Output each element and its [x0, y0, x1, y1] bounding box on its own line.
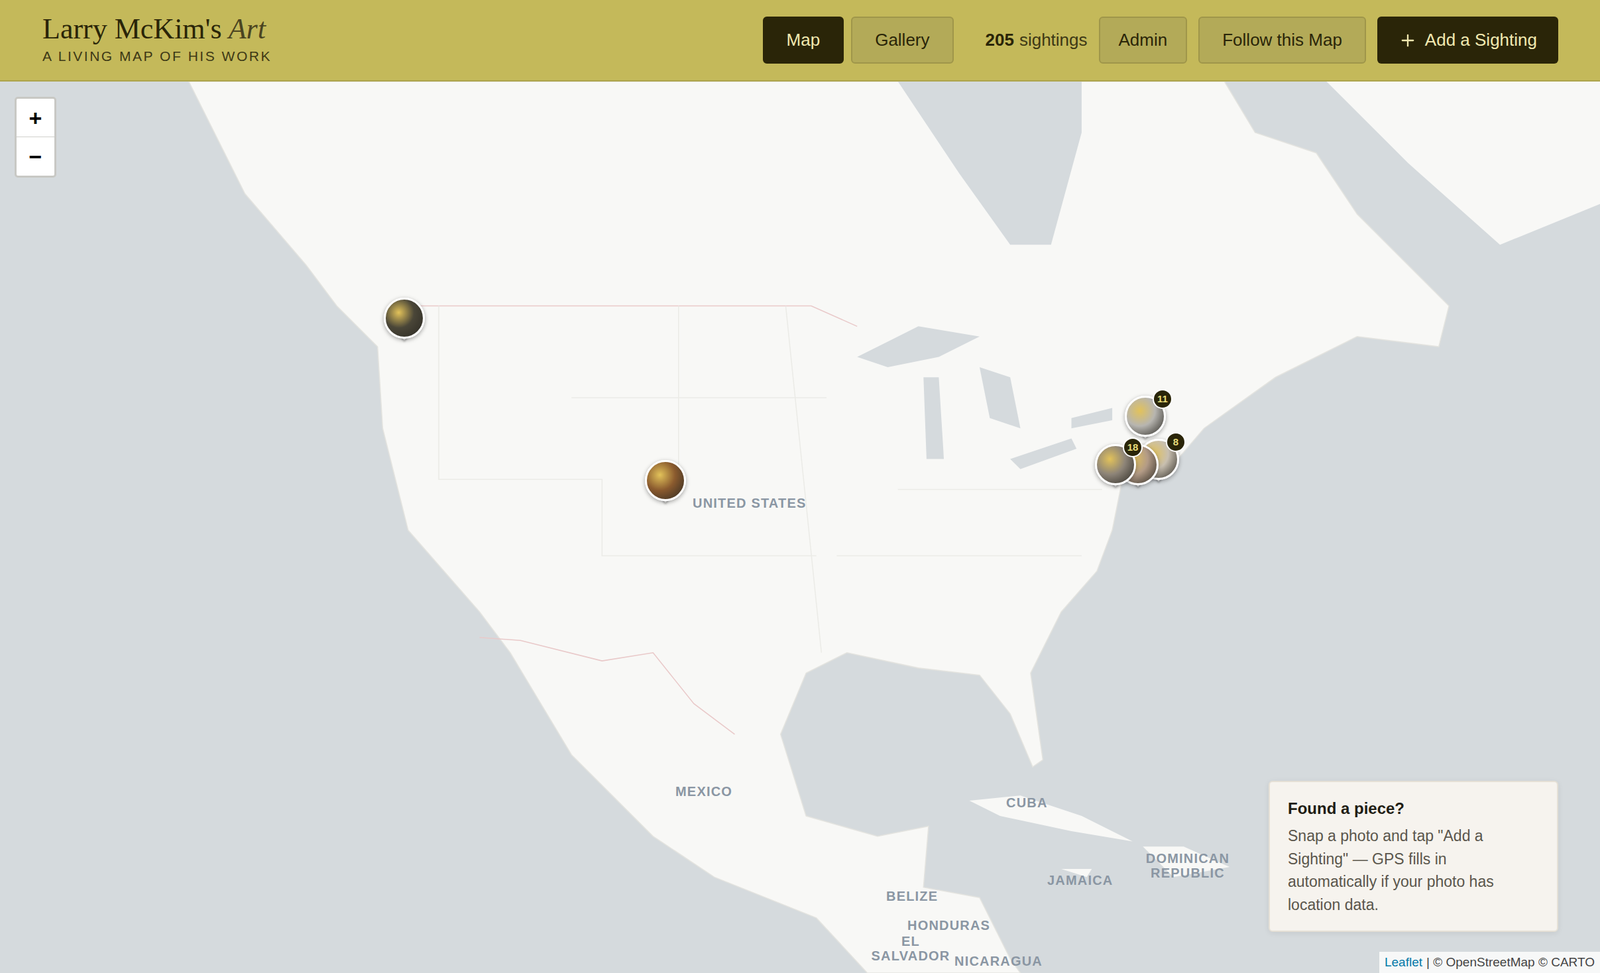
title-main: Larry McKim's — [42, 13, 223, 45]
hint-body: Snap a photo and tap "Add a Sighting" — … — [1287, 824, 1540, 916]
pin-photo — [383, 297, 425, 339]
sightings-count: 205sightings — [985, 27, 1088, 54]
title-accent: Art — [228, 13, 266, 45]
view-tabs: MapGallery — [762, 16, 954, 64]
plus-icon — [1398, 31, 1418, 50]
add-sighting-button[interactable]: Add a Sighting — [1377, 16, 1559, 64]
zoom-control: +− — [14, 96, 57, 178]
attribution: Leaflet| © OpenStreetMap © CARTO — [1379, 951, 1600, 973]
cluster-badge: 8 — [1165, 432, 1186, 453]
view-tab[interactable]: Map — [762, 16, 845, 64]
add-label: Add a Sighting — [1425, 27, 1538, 54]
map[interactable]: UNITED STATES MEXICO CUBA JAMAICADOMINICAN … — [0, 81, 1600, 973]
map-label: HONDURAS — [907, 917, 991, 933]
cluster-badge: 11 — [1152, 389, 1173, 409]
map-pin[interactable] — [644, 459, 686, 502]
count-label: sightings — [1019, 27, 1088, 54]
app: Larry McKim'sArtA LIVING MAP OF HIS WORK… — [0, 0, 1600, 973]
map-label: JAMAICA — [1047, 872, 1114, 888]
attribution-text: | © OpenStreetMap © CARTO — [1426, 953, 1595, 973]
map-label: BELIZE — [886, 888, 938, 904]
zoom-out-button[interactable]: − — [16, 137, 55, 176]
hint-card: Found a piece? Snap a photo and tap "Add … — [1268, 780, 1559, 932]
zoom-in-button[interactable]: + — [16, 98, 55, 138]
brand: Larry McKim'sArtA LIVING MAP OF HIS WORK — [42, 13, 272, 67]
map-label: NICARAGUA — [954, 953, 1043, 969]
map-pin[interactable]: 11 — [1124, 395, 1166, 437]
hint-title: Found a piece? — [1287, 796, 1540, 821]
map-pin[interactable] — [383, 297, 425, 339]
map-label: UNITED STATES — [692, 495, 807, 511]
site-subtitle: A LIVING MAP OF HIS WORK — [42, 45, 272, 67]
header-controls: MapGallery 205sightings AdminFollow this M… — [762, 16, 1559, 64]
cluster-badge: 18 — [1122, 437, 1143, 458]
leaflet-link[interactable]: Leaflet — [1384, 953, 1423, 973]
site-title: Larry McKim'sArt — [42, 13, 272, 45]
pin-photo — [644, 459, 686, 502]
map-label: DOMINICAN REPUBLIC — [1114, 851, 1261, 881]
view-tab[interactable]: Gallery — [851, 16, 954, 64]
header: Larry McKim'sArtA LIVING MAP OF HIS WORK… — [0, 0, 1600, 82]
map-label: EL SALVADOR — [867, 933, 954, 964]
follow-button[interactable]: Follow this Map — [1198, 16, 1367, 64]
map-label: MEXICO — [675, 784, 733, 799]
map-label: CUBA — [1006, 795, 1048, 810]
map-pin[interactable]: 18 — [1094, 444, 1137, 486]
admin-button[interactable]: Admin — [1098, 16, 1188, 64]
count-number: 205 — [985, 27, 1015, 54]
